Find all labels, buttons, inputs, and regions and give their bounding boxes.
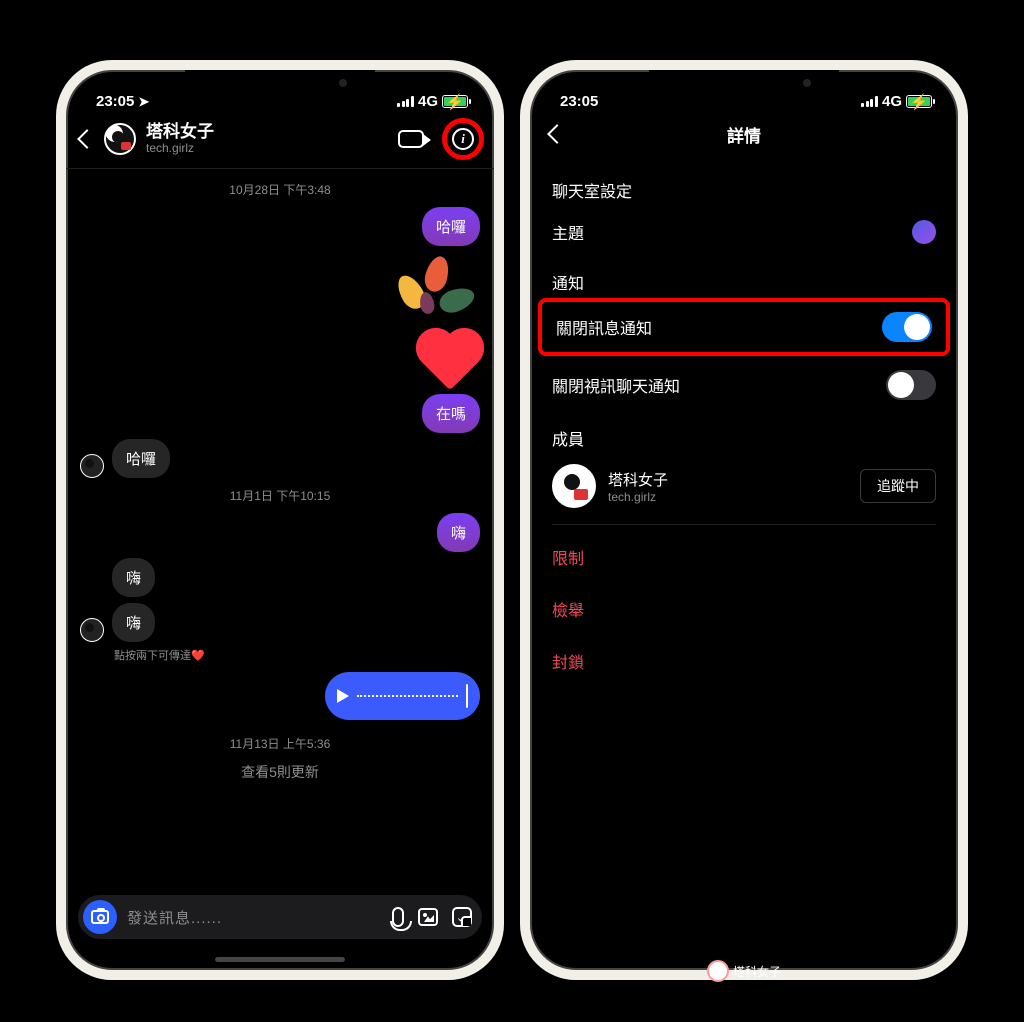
status-time: 23:05 — [560, 93, 598, 110]
sent-message[interactable]: 嗨 — [437, 513, 480, 552]
section-chat-settings: 聊天室設定 — [534, 166, 954, 206]
phone-notch — [649, 70, 839, 96]
member-username: tech.girlz — [608, 490, 848, 504]
block-action[interactable]: 封鎖 — [534, 635, 954, 687]
details-title: 詳情 — [727, 122, 761, 147]
mute-video-label: 關閉視訊聊天通知 — [552, 373, 680, 397]
network-label: 4G — [882, 93, 902, 110]
mute-messages-toggle[interactable] — [882, 312, 932, 342]
chat-input-bar: 發送訊息...... — [78, 895, 482, 939]
received-message[interactable]: 哈囉 — [112, 439, 170, 478]
video-call-icon[interactable] — [398, 130, 424, 148]
member-row[interactable]: 塔科女子 tech.girlz 追蹤中 — [534, 454, 954, 518]
mute-video-toggle[interactable] — [886, 370, 936, 400]
timestamp: 11月1日 下午10:15 — [80, 487, 480, 504]
double-tap-hint: 點按兩下可傳達❤️ — [114, 647, 480, 663]
battery-icon: ⚡ — [442, 95, 468, 108]
battery-icon: ⚡ — [906, 95, 932, 108]
details-header: 詳情 — [530, 112, 958, 156]
message-avatar[interactable] — [80, 618, 104, 642]
sent-message[interactable]: 哈囉 — [422, 207, 480, 246]
leaf-sticker[interactable] — [390, 256, 480, 326]
chat-header: 塔科女子 tech.girlz i — [66, 112, 494, 169]
sent-message[interactable]: 在嗎 — [422, 394, 480, 433]
phone-notch — [185, 70, 375, 96]
gallery-icon[interactable] — [418, 908, 438, 926]
status-time: 23:05 — [96, 93, 134, 110]
info-button-highlight: i — [442, 118, 484, 160]
chat-username: tech.girlz — [146, 141, 388, 155]
timestamp: 10月28日 下午3:48 — [80, 181, 480, 198]
member-name: 塔科女子 — [608, 469, 848, 490]
report-action[interactable]: 檢舉 — [534, 583, 954, 635]
watermark-avatar-icon — [707, 960, 729, 982]
camera-icon — [91, 910, 109, 924]
watermark: 塔科女子 — [707, 960, 781, 982]
restrict-action[interactable]: 限制 — [534, 531, 954, 583]
waveform-icon — [357, 695, 458, 697]
theme-label: 主題 — [552, 220, 584, 244]
sticker-icon[interactable] — [452, 907, 472, 927]
updates-link[interactable]: 查看5則更新 — [80, 762, 480, 782]
heart-reaction[interactable] — [422, 334, 479, 391]
message-input[interactable]: 發送訊息...... — [127, 907, 382, 928]
timestamp: 11月13日 上午5:36 — [80, 735, 480, 752]
theme-color-icon — [912, 220, 936, 244]
info-icon[interactable]: i — [452, 128, 474, 150]
message-avatar[interactable] — [80, 454, 104, 478]
received-message[interactable]: 嗨 — [112, 558, 155, 597]
mute-messages-label: 關閉訊息通知 — [556, 315, 652, 339]
network-label: 4G — [418, 93, 438, 110]
mute-messages-row-highlight: 關閉訊息通知 — [538, 298, 950, 356]
back-icon[interactable] — [77, 129, 97, 149]
watermark-text: 塔科女子 — [733, 963, 781, 980]
chat-avatar[interactable] — [104, 123, 136, 155]
phone-left-chat: 23:05 ➤ 4G ⚡ 塔科女子 tech.girlz i 10月28日 下午… — [56, 60, 504, 980]
signal-icon — [861, 96, 878, 107]
camera-button[interactable] — [83, 900, 117, 934]
location-icon: ➤ — [138, 94, 149, 110]
follow-status-button[interactable]: 追蹤中 — [860, 469, 936, 503]
chat-title-block[interactable]: 塔科女子 tech.girlz — [146, 123, 388, 156]
back-icon[interactable] — [547, 124, 567, 144]
signal-icon — [397, 96, 414, 107]
play-icon[interactable] — [337, 689, 349, 703]
chat-body[interactable]: 10月28日 下午3:48 哈囉 在嗎 哈囉 11月1日 下午10:15 嗨 嗨… — [66, 169, 494, 895]
home-indicator[interactable] — [215, 957, 345, 962]
voice-message[interactable] — [325, 672, 480, 720]
chat-title: 塔科女子 — [146, 123, 388, 142]
phone-right-details: 23:05 4G ⚡ 詳情 聊天室設定 主題 通知 關閉訊息通知 關閉視訊聊天通… — [520, 60, 968, 980]
member-avatar[interactable] — [552, 464, 596, 508]
divider — [552, 524, 936, 525]
mute-video-row: 關閉視訊聊天通知 — [534, 356, 954, 414]
details-body[interactable]: 聊天室設定 主題 通知 關閉訊息通知 關閉視訊聊天通知 成員 塔科女子 tech… — [530, 156, 958, 697]
theme-row[interactable]: 主題 — [534, 206, 954, 258]
received-message[interactable]: 嗨 — [112, 603, 155, 642]
section-notifications: 通知 — [534, 258, 954, 298]
section-members: 成員 — [534, 414, 954, 454]
microphone-icon[interactable] — [392, 907, 404, 927]
